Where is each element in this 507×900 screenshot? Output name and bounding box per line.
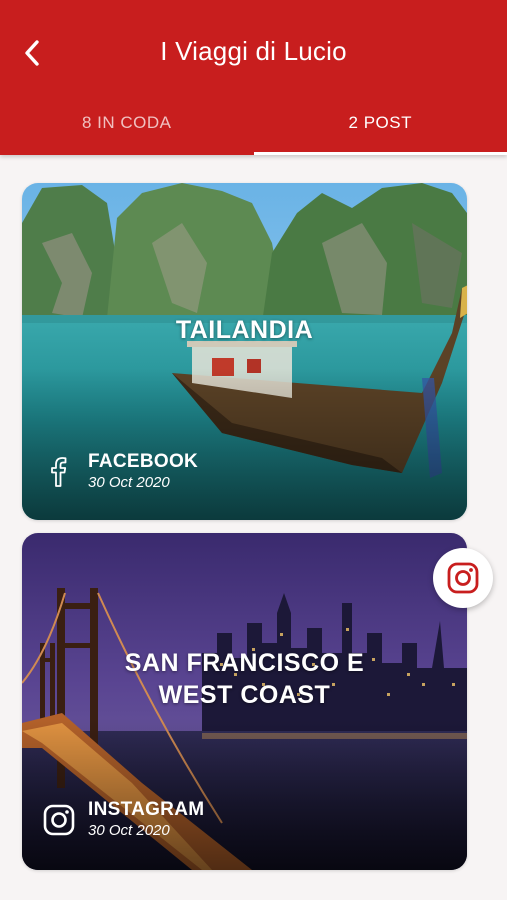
post-network: INSTAGRAM [88,799,205,820]
instagram-icon [40,801,78,839]
post-meta: FACEBOOK 30 Oct 2020 [40,451,198,493]
page-title: I Viaggi di Lucio [160,36,347,66]
post-meta: INSTAGRAM 30 Oct 2020 [40,799,204,841]
tab-queue[interactable]: 8 IN CODA [0,96,254,155]
post-title: SAN FRANCISCO E WEST COAST [124,649,365,709]
post-network: FACEBOOK [88,451,199,472]
post-date: 30 Oct 2020 [88,822,170,839]
app-header: I Viaggi di Lucio 8 IN CODA 2 POST [0,0,507,155]
post-title: TAILANDIA [175,316,314,344]
post-card-tailandia[interactable]: TAILANDIA FACEBOOK 30 Oct 2020 [22,183,467,520]
facebook-icon [40,453,78,491]
instagram-icon [447,562,479,594]
tab-posts[interactable]: 2 POST [253,96,507,155]
tab-bar: 8 IN CODA 2 POST [0,96,507,155]
instagram-fab-button[interactable] [433,548,493,608]
post-date: 30 Oct 2020 [88,474,170,491]
post-card-san-francisco[interactable]: SAN FRANCISCO E WEST COAST INSTAGRAM 30 … [22,533,467,870]
